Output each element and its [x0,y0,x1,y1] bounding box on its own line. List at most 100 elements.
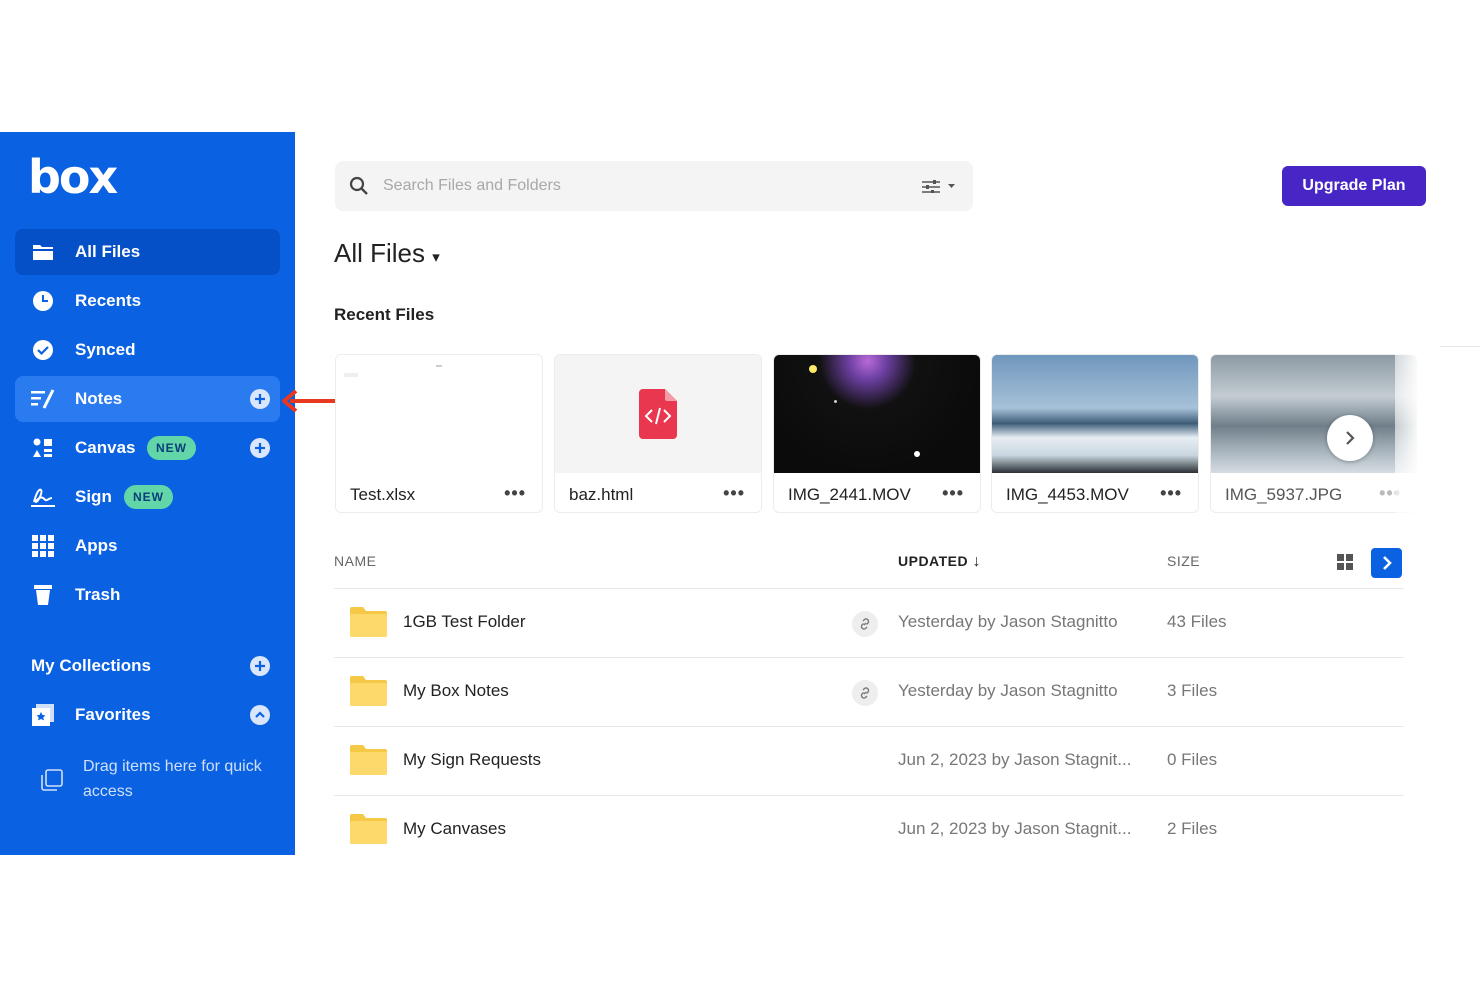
copy-icon [40,768,64,797]
size-text: 2 Files [1167,819,1218,838]
plus-icon [255,443,265,453]
filter-options-icon[interactable] [921,179,959,198]
more-options-button[interactable]: ••• [504,483,526,504]
plus-icon [255,661,265,671]
folder-icon [350,676,387,706]
size-text: 43 Files [1167,612,1227,631]
sidebar-item-canvas[interactable]: Canvas NEW [15,425,280,471]
add-canvas-button[interactable] [250,438,270,458]
clock-icon [31,289,55,313]
more-options-button[interactable]: ••• [942,483,964,504]
sidebar-item-label: Recents [75,291,142,310]
sort-down-icon: ↓ [972,553,982,570]
notes-icon [31,387,55,411]
chevron-right-icon [1346,431,1355,445]
box-app-window: box All Files Recents Synced Notes Canva… [0,132,1480,855]
recent-file-name: Test.xlsx [350,485,416,504]
recent-files-heading: Recent Files [334,305,435,324]
code-file-icon [639,389,677,439]
sidebar-item-favorites[interactable]: Favorites [15,692,280,738]
carousel-next-button[interactable] [1327,415,1373,461]
table-row[interactable]: 1GB Test Folder Yesterday by Jason Stagn… [334,588,1404,657]
recent-file-card[interactable]: IMG_2441.MOV ••• [773,354,981,513]
more-options-button[interactable]: ••• [1160,483,1182,504]
recent-file-name: baz.html [569,485,634,504]
new-badge: NEW [124,485,173,509]
folder-name[interactable]: 1GB Test Folder [403,612,526,632]
spreadsheet-thumbnail [336,355,542,473]
sidebar-item-label: Favorites [75,705,151,724]
column-header-updated[interactable]: UPDATED ↓ [898,553,981,571]
folder-name[interactable]: My Box Notes [403,681,509,701]
sidebar: box All Files Recents Synced Notes Canva… [0,132,295,855]
updated-text: Jun 2, 2023 by Jason Stagnit... [898,750,1132,769]
collapse-favorites-button[interactable] [250,705,270,725]
my-collections-heading[interactable]: My Collections [31,656,151,676]
size-text: 3 Files [1167,681,1218,700]
folder-icon [350,607,387,637]
sidebar-item-all-files[interactable]: All Files [15,229,280,275]
title-dropdown-caret[interactable]: ▾ [432,249,440,266]
search-bar[interactable] [335,161,973,211]
sidebar-item-label: Notes [75,389,123,408]
sidebar-item-recents[interactable]: Recents [15,278,280,324]
more-options-button[interactable]: ••• [723,483,745,504]
sidebar-item-synced[interactable]: Synced [15,327,280,373]
page-title[interactable]: All Files ▾ [334,238,440,269]
recent-file-card[interactable]: IMG_5937.JPG ••• [1210,354,1418,513]
video-thumbnail [774,355,980,473]
canvas-icon [31,436,55,460]
add-note-button[interactable] [250,389,270,409]
carousel-fade [1395,347,1480,527]
sidebar-item-notes[interactable]: Notes [15,376,280,422]
sidebar-item-label: Canvas [75,438,136,457]
html-file-thumbnail [555,355,761,473]
drag-hint-text: Drag items here for quick access [83,758,262,800]
updated-text: Jun 2, 2023 by Jason Stagnit... [898,819,1132,838]
folder-name[interactable]: My Canvases [403,819,506,839]
column-header-name[interactable]: NAME [334,553,376,569]
sidebar-item-apps[interactable]: Apps [15,523,280,569]
recent-file-card[interactable]: IMG_4453.MOV ••• [991,354,1199,513]
plus-icon [255,394,265,404]
add-collection-button[interactable] [250,656,270,676]
photo-thumbnail [1211,355,1417,473]
ocean-video-thumbnail [992,355,1198,473]
folder-icon [350,814,387,844]
column-header-label: UPDATED [898,553,969,569]
upgrade-plan-button[interactable]: Upgrade Plan [1282,166,1426,206]
apps-grid-icon [31,534,55,558]
box-logo[interactable]: box [28,154,118,200]
recent-file-name: IMG_2441.MOV [788,485,911,504]
details-panel-button[interactable] [1371,548,1402,578]
recent-file-name: IMG_5937.JPG [1225,485,1343,504]
recent-file-name: IMG_4453.MOV [1006,485,1129,504]
table-row[interactable]: My Sign Requests Jun 2, 2023 by Jason St… [334,726,1404,795]
recent-file-card[interactable]: baz.html ••• [554,354,762,513]
sidebar-item-label: Apps [75,536,118,555]
table-row[interactable]: My Box Notes Yesterday by Jason Stagnitt… [334,657,1404,726]
folder-name[interactable]: My Sign Requests [403,750,541,770]
trash-icon [31,583,55,607]
search-input[interactable] [383,171,883,201]
recent-file-card[interactable]: Test.xlsx ••• [335,354,543,513]
signature-icon [31,485,55,509]
table-row[interactable]: My Canvases Jun 2, 2023 by Jason Stagnit… [334,795,1404,855]
sidebar-item-label: Sign [75,487,112,506]
sidebar-item-trash[interactable]: Trash [15,572,280,618]
grid-view-icon[interactable] [1335,552,1355,572]
size-text: 0 Files [1167,750,1218,769]
sidebar-item-label: Synced [75,340,136,359]
new-badge: NEW [147,436,196,460]
favorites-icon [31,703,55,727]
sidebar-item-label: Trash [75,585,121,604]
shared-link-icon[interactable] [852,611,878,637]
column-header-size[interactable]: SIZE [1167,553,1200,569]
check-circle-icon [31,338,55,362]
updated-text: Yesterday by Jason Stagnitto [898,612,1118,631]
shared-link-icon[interactable] [852,680,878,706]
sidebar-item-label: All Files [75,242,141,261]
search-icon [349,176,369,201]
sidebar-item-sign[interactable]: Sign NEW [15,474,280,520]
folder-icon [350,745,387,775]
